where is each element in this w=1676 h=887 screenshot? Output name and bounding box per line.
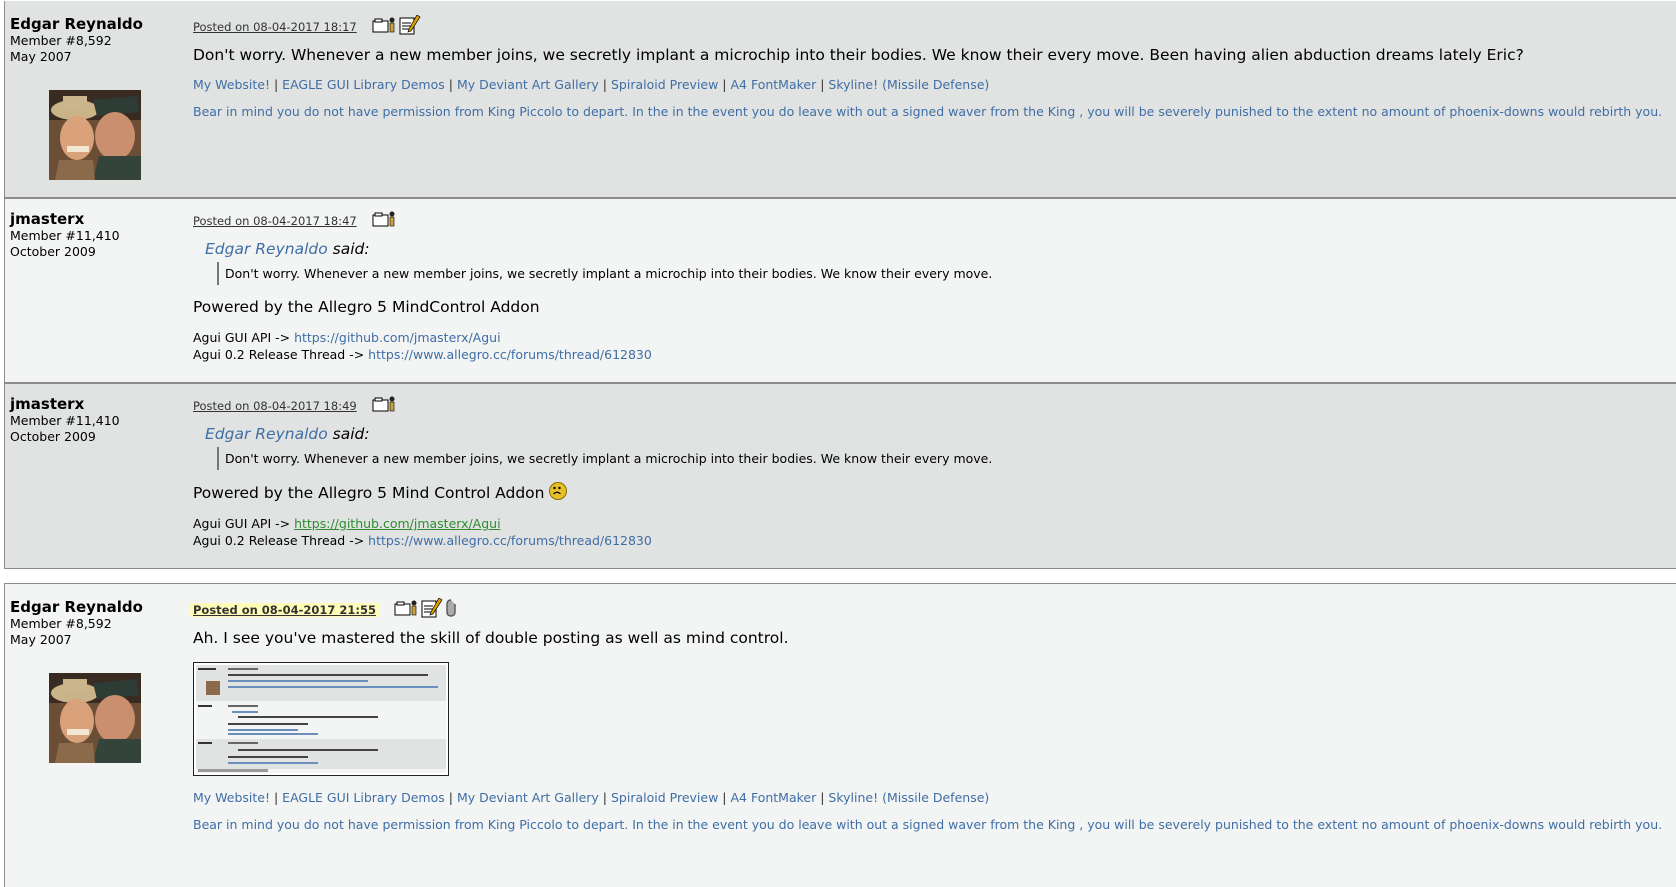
signature-links: My Website! | EAGLE GUI Library Demos | … — [193, 790, 990, 805]
signature-text: Bear in mind you do not have permission … — [193, 817, 1663, 832]
author-name[interactable]: Edgar Reynaldo — [10, 15, 170, 33]
quote-block: Don't worry. Whenever a new member joins… — [217, 447, 1672, 470]
quote-block: Don't worry. Whenever a new member joins… — [217, 262, 1672, 285]
signature-link[interactable]: Skyline! (Missile Defense) — [828, 77, 989, 92]
signature-link[interactable]: A4 FontMaker — [730, 77, 816, 92]
quote-author-link[interactable]: Edgar Reynaldo — [205, 240, 328, 258]
forum-thread-link[interactable]: https://www.allegro.cc/forums/thread/612… — [368, 533, 652, 548]
signature-link[interactable]: EAGLE GUI Library Demos — [282, 790, 445, 805]
attachment-icon[interactable] — [446, 599, 456, 621]
post-message: Powered by the Allegro 5 MindControl Add… — [193, 298, 540, 316]
quote-said: said: — [332, 425, 370, 443]
signature-label: Agui GUI API -> — [193, 330, 291, 345]
edit-icon[interactable] — [421, 597, 443, 622]
quote-header: Edgar Reynaldo said: — [205, 425, 1672, 443]
signature-link[interactable]: A4 FontMaker — [730, 790, 816, 805]
profile-icon[interactable] — [372, 395, 396, 417]
signature-link[interactable]: Spiraloid Preview — [611, 77, 718, 92]
author-name[interactable]: jmasterx — [10, 395, 170, 413]
post: jmasterx Member #11,410 October 2009 Pos… — [4, 198, 1676, 383]
github-link[interactable]: https://github.com/jmasterx/Agui — [294, 330, 500, 345]
post-body: Posted on 08-04-2017 18:49 Edgar Reynald… — [193, 395, 1672, 549]
signature-line: Agui 0.2 Release Thread -> https://www.a… — [193, 532, 1672, 549]
post-timestamp-link[interactable]: Posted on 08-04-2017 18:47 — [193, 214, 357, 228]
join-date: May 2007 — [10, 632, 72, 647]
quote-author-link[interactable]: Edgar Reynaldo — [205, 425, 328, 443]
signature-link[interactable]: My Deviant Art Gallery — [457, 790, 599, 805]
signature-label: Agui GUI API -> — [193, 516, 291, 531]
signature-label: Agui 0.2 Release Thread -> — [193, 347, 365, 362]
post-timestamp-link[interactable]: Posted on 08-04-2017 18:17 — [193, 20, 357, 34]
post-body: Posted on 08-04-2017 18:17 Don't worry. … — [193, 14, 1672, 119]
signature-link[interactable]: EAGLE GUI Library Demos — [282, 77, 445, 92]
post-message-text: Powered by the Allegro 5 Mind Control Ad… — [193, 484, 545, 502]
signature-line: Agui 0.2 Release Thread -> https://www.a… — [193, 346, 1672, 363]
post: Edgar Reynaldo Member #8,592 May 2007 Po… — [4, 583, 1676, 887]
author-panel: jmasterx Member #11,410 October 2009 — [10, 210, 170, 260]
quote-header: Edgar Reynaldo said: — [205, 240, 1672, 258]
github-link[interactable]: https://github.com/jmasterx/Agui — [294, 516, 500, 531]
post: Edgar Reynaldo Member #8,592 May 2007 Po… — [4, 1, 1676, 198]
forum-thread-link[interactable]: https://www.allegro.cc/forums/thread/612… — [368, 347, 652, 362]
quote-said: said: — [332, 240, 370, 258]
author-panel: Edgar Reynaldo Member #8,592 May 2007 — [10, 15, 170, 65]
author-name[interactable]: Edgar Reynaldo — [10, 598, 170, 616]
post: jmasterx Member #11,410 October 2009 Pos… — [4, 383, 1676, 569]
join-date: October 2009 — [10, 429, 96, 444]
profile-icon[interactable] — [394, 599, 418, 621]
post-message: Powered by the Allegro 5 Mind Control Ad… — [193, 482, 1672, 503]
author-panel: Edgar Reynaldo Member #8,592 May 2007 — [10, 598, 170, 648]
join-date: October 2009 — [10, 244, 96, 259]
member-number: Member #8,592 — [10, 616, 112, 631]
signature-label: Agui 0.2 Release Thread -> — [193, 533, 365, 548]
post-message: Ah. I see you've mastered the skill of d… — [193, 629, 789, 647]
signature-link[interactable]: Skyline! (Missile Defense) — [828, 790, 989, 805]
post-timestamp-link[interactable]: Posted on 08-04-2017 21:55 — [190, 603, 379, 617]
signature-links: My Website! | EAGLE GUI Library Demos | … — [193, 77, 990, 92]
sad-face-emoticon-icon — [548, 482, 567, 500]
join-date: May 2007 — [10, 49, 72, 64]
profile-icon[interactable] — [372, 16, 396, 38]
member-number: Member #11,410 — [10, 413, 120, 428]
signature-link[interactable]: Spiraloid Preview — [611, 790, 718, 805]
attached-screenshot-thumbnail[interactable] — [193, 662, 449, 776]
signature-link[interactable]: My Deviant Art Gallery — [457, 77, 599, 92]
author-panel: jmasterx Member #11,410 October 2009 — [10, 395, 170, 445]
member-number: Member #8,592 — [10, 33, 112, 48]
member-number: Member #11,410 — [10, 228, 120, 243]
signature-link[interactable]: My Website! — [193, 77, 270, 92]
avatar[interactable] — [49, 90, 141, 180]
signature-link[interactable]: My Website! — [193, 790, 270, 805]
edit-icon[interactable] — [399, 14, 421, 39]
signature-line: Agui GUI API -> https://github.com/jmast… — [193, 329, 1672, 346]
signature-text: Bear in mind you do not have permission … — [193, 104, 1663, 119]
signature-line: Agui GUI API -> https://github.com/jmast… — [193, 515, 1672, 532]
post-body: Posted on 08-04-2017 21:55 Ah. I see you… — [190, 597, 1672, 832]
avatar[interactable] — [49, 673, 141, 763]
profile-icon[interactable] — [372, 210, 396, 232]
author-name[interactable]: jmasterx — [10, 210, 170, 228]
post-message: Don't worry. Whenever a new member joins… — [193, 46, 1524, 64]
post-timestamp-link[interactable]: Posted on 08-04-2017 18:49 — [193, 399, 357, 413]
post-body: Posted on 08-04-2017 18:47 Edgar Reynald… — [193, 210, 1672, 363]
